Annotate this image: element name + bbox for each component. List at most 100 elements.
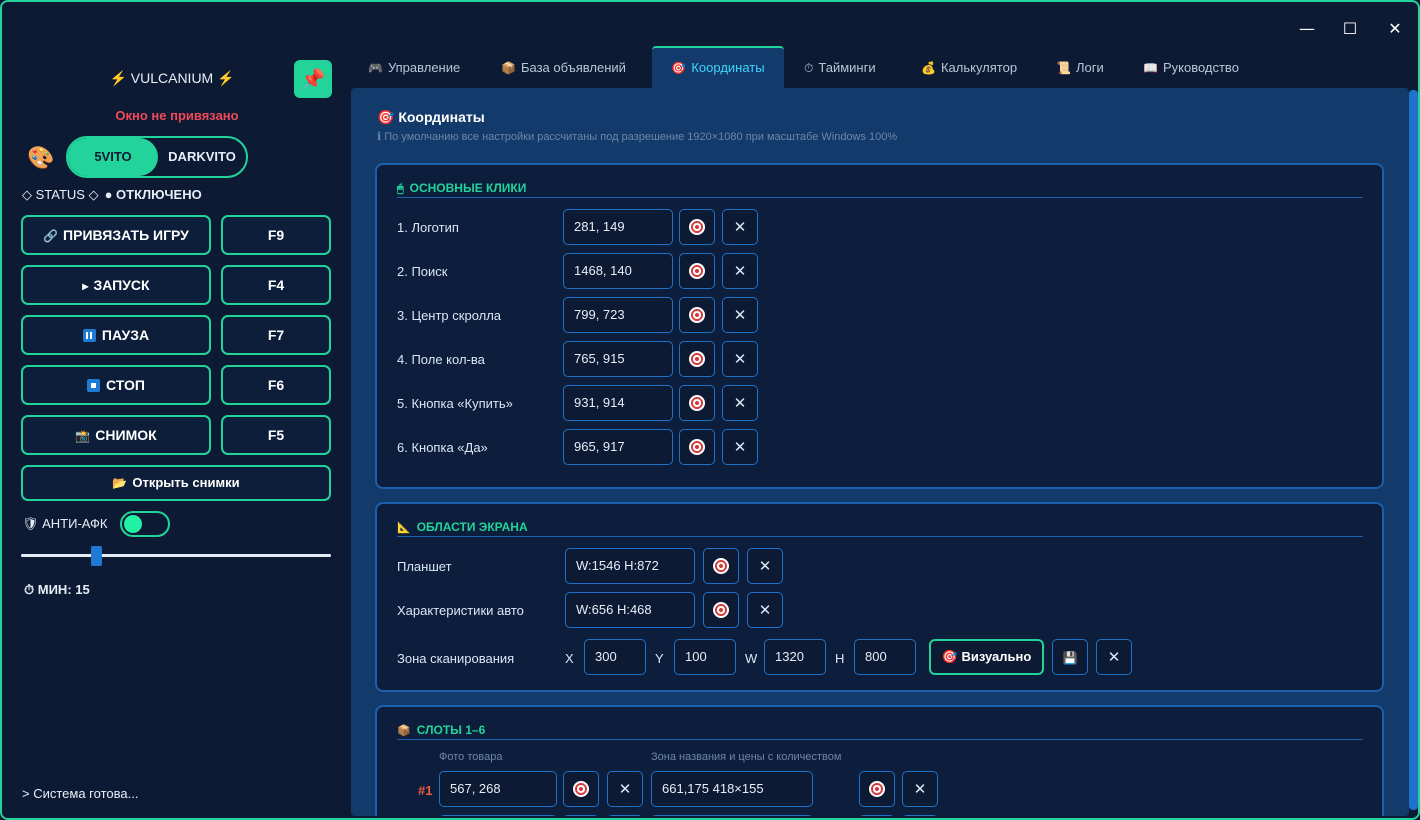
tab-guide[interactable]: 📖 Руководство [1143, 46, 1239, 88]
clear-coord-button[interactable]: ✕ [722, 297, 758, 333]
click-coord-field[interactable]: 965, 917 [563, 429, 673, 465]
panel-title: 📦 СЛОТЫ 1–6 [397, 723, 485, 737]
slot-zone-field[interactable] [651, 815, 813, 816]
bind-game-label: ПРИВЯЗАТЬ ИГРУ [63, 227, 189, 243]
clear-coord-button[interactable]: ✕ [722, 253, 758, 289]
tab-coordinates[interactable]: 🎯 Координаты [652, 46, 784, 88]
main-clicks-panel: 🖱 ОСНОВНЫЕ КЛИКИ 1. Логотип 281, 149 ✕ 2.… [375, 163, 1384, 489]
clear-zone-button[interactable]: ✕ [902, 771, 938, 807]
tab-label: Координаты [691, 60, 765, 75]
clear-coord-button[interactable]: ✕ [722, 429, 758, 465]
palette-icon[interactable]: 🎨 [27, 146, 54, 171]
target-icon [689, 395, 705, 411]
tab-label: Тайминги [818, 60, 876, 75]
clear-area-button[interactable]: ✕ [747, 592, 783, 628]
start-label: ЗАПУСК [93, 277, 150, 293]
pick-coord-button[interactable] [679, 297, 715, 333]
pause-icon [82, 329, 96, 342]
screen-areas-panel: 📐 ОБЛАСТИ ЭКРАНА Планшет W:1546 H:872 ✕ Х… [375, 502, 1384, 692]
tab-control[interactable]: 🎮 Управление [368, 46, 460, 88]
divider [397, 739, 1363, 740]
pick-coord-button[interactable] [679, 209, 715, 245]
minutes-slider-thumb[interactable] [91, 546, 102, 566]
toggle-knob [124, 515, 142, 533]
divider [397, 536, 1363, 537]
bind-game-hotkey[interactable]: F9 [221, 215, 331, 255]
start-hotkey[interactable]: F4 [221, 265, 331, 305]
click-coord-field[interactable]: 281, 149 [563, 209, 673, 245]
scan-y-input[interactable]: 100 [674, 639, 736, 675]
antiafk-toggle[interactable] [120, 511, 170, 537]
tab-timings[interactable]: ⏱ Тайминги [804, 46, 876, 88]
minutes-slider-track[interactable] [21, 554, 331, 557]
scan-h-input[interactable]: 800 [854, 639, 916, 675]
camera-icon: 📸 [75, 429, 91, 443]
bind-game-button[interactable]: 🔗 ПРИВЯЗАТЬ ИГРУ [21, 215, 211, 255]
click-coord-field[interactable]: 799, 723 [563, 297, 673, 333]
click-coord-field[interactable]: 931, 914 [563, 385, 673, 421]
snapshot-button[interactable]: 📸 СНИМОК [21, 415, 211, 455]
clear-coord-button[interactable]: ✕ [722, 385, 758, 421]
tab-label: База объявлений [520, 60, 626, 75]
area-size-field[interactable]: W:1546 H:872 [565, 548, 695, 584]
area-row-label: Планшет [397, 559, 452, 574]
pin-button[interactable]: 📌 [294, 60, 332, 98]
target-icon [713, 602, 729, 618]
maximize-button[interactable]: ☐ [1337, 16, 1363, 42]
clear-zone-button[interactable] [902, 815, 938, 816]
click-row-label: 5. Кнопка «Купить» [397, 396, 513, 411]
clear-coord-button[interactable]: ✕ [722, 209, 758, 245]
clear-scan-button[interactable]: ✕ [1096, 639, 1132, 675]
stop-button[interactable]: СТОП [21, 365, 211, 405]
tab-calculator[interactable]: 💰 Калькулятор [921, 46, 1017, 88]
target-icon [689, 307, 705, 323]
tab-listings[interactable]: 📦 База объявлений [501, 46, 626, 88]
clear-coord-button[interactable]: ✕ [722, 341, 758, 377]
panel-title-text: ОСНОВНЫЕ КЛИКИ [409, 181, 527, 195]
scan-x-input[interactable]: 300 [584, 639, 646, 675]
pick-photo-button[interactable] [563, 815, 599, 816]
tab-label: Калькулятор [940, 60, 1018, 75]
clear-photo-button[interactable] [607, 815, 643, 816]
scan-w-input[interactable]: 1320 [764, 639, 826, 675]
snapshot-hotkey[interactable]: F5 [221, 415, 331, 455]
pick-photo-button[interactable] [563, 771, 599, 807]
pick-zone-button[interactable] [859, 771, 895, 807]
pick-coord-button[interactable] [679, 341, 715, 377]
start-button[interactable]: ▸ ЗАПУСК [21, 265, 211, 305]
pick-coord-button[interactable] [679, 429, 715, 465]
photo-column-header: Фото товара [439, 751, 503, 763]
click-coord-field[interactable]: 765, 915 [563, 341, 673, 377]
visual-select-button[interactable]: 🎯 Визуально [929, 639, 1044, 675]
click-coord-field[interactable]: 1468, 140 [563, 253, 673, 289]
pick-coord-button[interactable] [679, 385, 715, 421]
click-row-label: 1. Логотип [397, 220, 459, 235]
pause-button[interactable]: ПАУЗА [21, 315, 211, 355]
close-icon: ✕ [733, 350, 747, 368]
mode-option-5vito[interactable]: 5VITO [68, 138, 158, 176]
minimize-button[interactable]: — [1294, 16, 1320, 42]
panel-title-text: ОБЛАСТИ ЭКРАНА [416, 520, 528, 534]
close-icon: ✕ [733, 306, 747, 324]
bind-status-text: Окно не привязано [115, 108, 239, 123]
pause-hotkey[interactable]: F7 [221, 315, 331, 355]
pick-coord-button[interactable] [679, 253, 715, 289]
status-value: ● ОТКЛЮЧЕНО [104, 187, 202, 202]
scrollbar-thumb[interactable] [1409, 90, 1418, 810]
slot-zone-field[interactable]: 661,175 418×155 [651, 771, 813, 807]
area-size-field[interactable]: W:656 H:468 [565, 592, 695, 628]
clear-photo-button[interactable]: ✕ [607, 771, 643, 807]
close-button[interactable]: ✕ [1382, 16, 1408, 42]
mode-option-darkvito[interactable]: DARKVITO [158, 138, 246, 176]
slot-photo-field[interactable] [439, 815, 557, 816]
tab-logs[interactable]: 📜 Логи [1056, 46, 1104, 88]
slot-photo-field[interactable]: 567, 268 [439, 771, 557, 807]
open-snapshots-button[interactable]: 📂 Открыть снимки [21, 465, 331, 501]
pick-zone-button[interactable] [859, 815, 895, 816]
pick-area-button[interactable] [703, 592, 739, 628]
clear-area-button[interactable]: ✕ [747, 548, 783, 584]
stop-hotkey[interactable]: F6 [221, 365, 331, 405]
close-icon: ✕ [1388, 19, 1402, 38]
pick-area-button[interactable] [703, 548, 739, 584]
save-scan-button[interactable]: 💾 [1052, 639, 1088, 675]
